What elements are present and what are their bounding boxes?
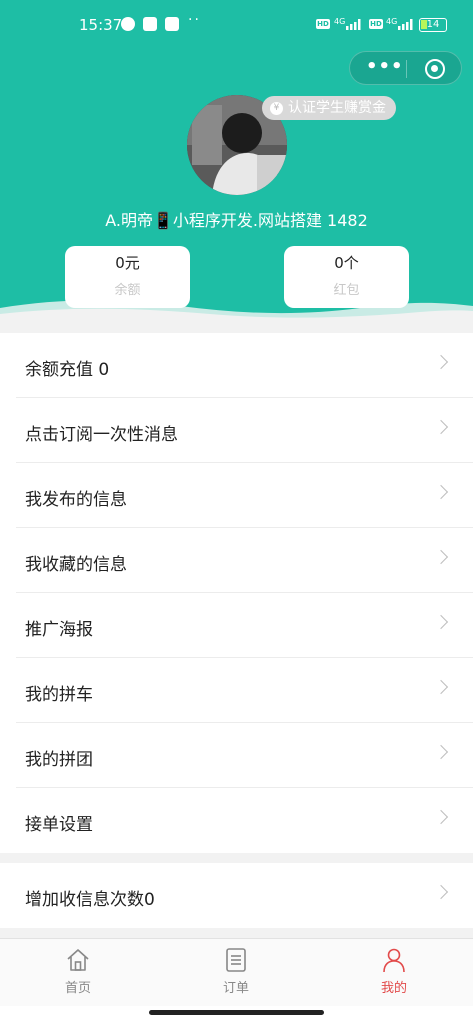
menu-item-label: 余额充值 0 — [25, 360, 110, 380]
menu-item-label: 推广海报 — [25, 620, 93, 640]
signal-icon-2 — [398, 19, 413, 30]
menu-item-label: 点击订阅一次性消息 — [25, 425, 178, 445]
home-indicator[interactable] — [149, 1010, 324, 1015]
menu-item-increase-receive[interactable]: 增加收信息次数0 — [16, 863, 473, 928]
user-icon — [383, 948, 405, 973]
home-icon — [67, 949, 89, 971]
bottom-safe-area — [0, 1006, 473, 1024]
chevron-right-icon — [433, 614, 449, 630]
menu-item-label: 我的拼团 — [25, 750, 93, 770]
menu-item-order-settings[interactable]: 接单设置 — [16, 788, 473, 853]
tab-bar: 首页 订单 我的 — [0, 938, 473, 1006]
orders-icon — [226, 948, 246, 972]
menu-item-poster[interactable]: 推广海报 — [16, 593, 473, 658]
status-bar: 15:37 ·· HD 4G HD 4G 14 — [0, 0, 473, 50]
chevron-right-icon — [433, 549, 449, 565]
hd-icon: HD — [316, 19, 330, 29]
network-label: 4G — [334, 17, 346, 26]
miniprogram-capsule: ••• — [349, 51, 462, 85]
student-verify-badge[interactable]: ¥ 认证学生赚赏金 — [262, 96, 396, 120]
chevron-right-icon — [433, 679, 449, 695]
chevron-right-icon — [433, 354, 449, 370]
menu-item-my-posts[interactable]: 我发布的信息 — [16, 463, 473, 528]
balance-value: 0元 — [115, 254, 140, 272]
tab-orders[interactable]: 订单 — [196, 947, 276, 996]
menu-item-group-buy[interactable]: 我的拼团 — [16, 723, 473, 788]
hd-icon-2: HD — [369, 19, 383, 29]
capsule-divider — [406, 60, 407, 78]
menu-item-label: 我收藏的信息 — [25, 555, 127, 575]
signal-icon — [346, 19, 361, 30]
battery-icon: 14 — [419, 18, 447, 32]
chevron-right-icon — [433, 809, 449, 825]
tab-home-label: 首页 — [64, 981, 91, 996]
more-notifications-icon: ·· — [188, 12, 201, 28]
map-pin-icon — [165, 17, 179, 31]
chevron-right-icon — [433, 484, 449, 500]
menu-item-label: 增加收信息次数0 — [25, 890, 155, 910]
menu-item-label: 我的拼车 — [25, 685, 93, 705]
status-time: 15:37 — [79, 16, 123, 34]
redpacket-card[interactable]: 0个 红包 — [284, 246, 409, 308]
tab-orders-label: 订单 — [222, 981, 249, 996]
redpacket-value: 0个 — [334, 254, 359, 272]
battery-text: 14 — [426, 19, 440, 30]
more-dots-icon[interactable]: ••• — [366, 56, 404, 77]
network-label-2: 4G — [386, 17, 398, 26]
target-icon[interactable] — [425, 59, 445, 79]
chevron-right-icon — [433, 884, 449, 900]
menu-item-label: 我发布的信息 — [25, 490, 127, 510]
balance-card[interactable]: 0元 余额 — [65, 246, 190, 308]
tab-mine[interactable]: 我的 — [354, 947, 434, 996]
location-icon — [121, 17, 135, 31]
tab-home[interactable]: 首页 — [38, 947, 118, 996]
menu-item-carpool[interactable]: 我的拼车 — [16, 658, 473, 723]
redpacket-label: 红包 — [333, 283, 360, 298]
username: A.明帝📱小程序开发.网站搭建 1482 — [105, 211, 368, 230]
tab-mine-label: 我的 — [380, 981, 407, 996]
menu-group-secondary: 增加收信息次数0 — [0, 863, 473, 928]
chevron-right-icon — [433, 744, 449, 760]
balance-label: 余额 — [114, 283, 141, 298]
menu-item-recharge[interactable]: 余额充值 0 — [16, 333, 473, 398]
menu-item-subscribe[interactable]: 点击订阅一次性消息 — [16, 398, 473, 463]
menu-group-main: 余额充值 0 点击订阅一次性消息 我发布的信息 我收藏的信息 推广海报 我的拼车… — [0, 333, 473, 853]
menu-item-favorites[interactable]: 我收藏的信息 — [16, 528, 473, 593]
shield-icon — [143, 17, 157, 31]
menu-item-label: 接单设置 — [25, 815, 93, 835]
coin-icon: ¥ — [270, 101, 283, 115]
badge-label: 认证学生赚赏金 — [288, 100, 386, 116]
chevron-right-icon — [433, 419, 449, 435]
